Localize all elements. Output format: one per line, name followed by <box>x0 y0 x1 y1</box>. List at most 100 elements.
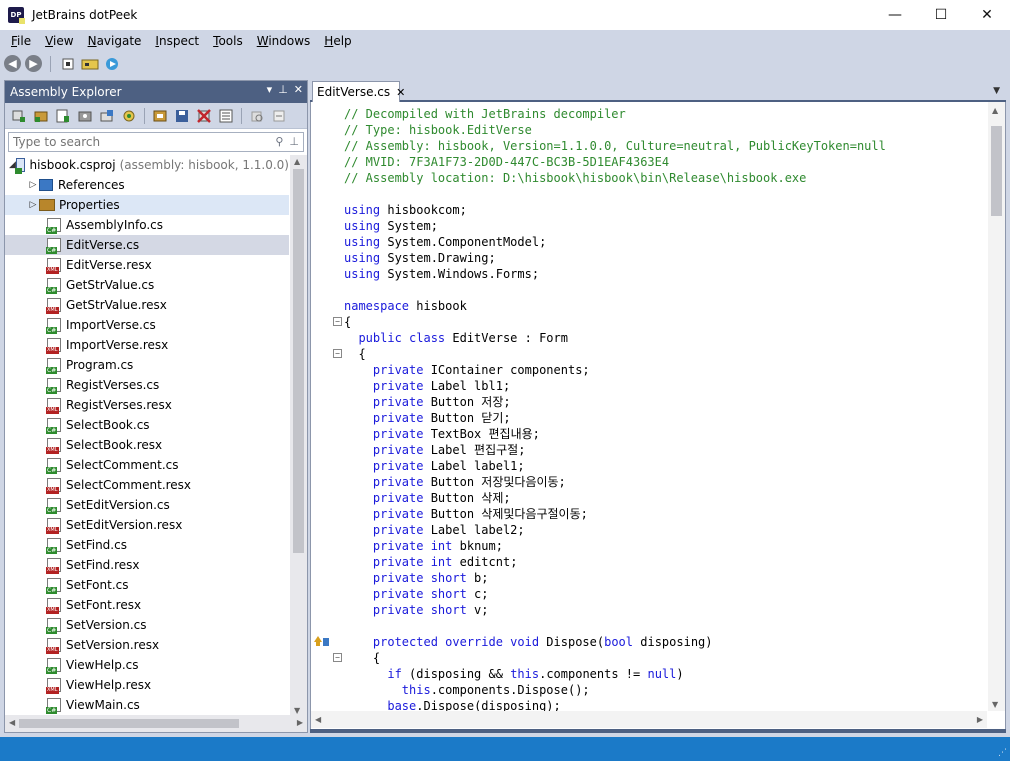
open-from-gac-icon[interactable] <box>31 106 51 126</box>
scroll-down-icon[interactable]: ▼ <box>294 706 300 715</box>
search-input[interactable] <box>13 135 253 149</box>
tree-item-file[interactable]: SetFind.resx <box>5 555 289 575</box>
collapse-all-icon[interactable] <box>269 106 289 126</box>
scroll-right-icon[interactable]: ▶ <box>297 718 303 727</box>
decompiled-code[interactable]: // Decompiled with JetBrains decompiler /… <box>311 106 987 711</box>
editor-horizontal-scrollbar[interactable]: ◀ ▶ <box>311 711 987 728</box>
menu-help[interactable]: Help <box>317 34 358 48</box>
editor-vertical-scroll-thumb[interactable] <box>991 126 1002 216</box>
expander-icon[interactable]: ▷ <box>27 180 39 190</box>
tree-item-references[interactable]: ▷ References <box>5 175 289 195</box>
menu-tools[interactable]: Tools <box>206 34 250 48</box>
export-project-icon[interactable] <box>150 106 170 126</box>
pin-icon[interactable]: ⊥ <box>278 83 288 96</box>
scroll-up-icon[interactable]: ▲ <box>294 157 300 166</box>
code-comment: // Assembly: hisbook, Version=1.1.0.0, C… <box>344 139 886 153</box>
tree-item-file[interactable]: SelectComment.cs <box>5 455 289 475</box>
scroll-right-icon[interactable]: ▶ <box>977 715 983 724</box>
open-list-icon[interactable] <box>53 106 73 126</box>
tree-item-file[interactable]: ViewHelp.cs <box>5 655 289 675</box>
search-box[interactable]: ⚲ ⊥ <box>8 132 304 152</box>
explorer-vertical-scrollbar[interactable]: ▲ ▼ <box>290 155 307 717</box>
symbol-server-icon[interactable] <box>119 106 139 126</box>
menu-navigate[interactable]: Navigate <box>81 34 149 48</box>
code-line: using System.ComponentModel; <box>311 234 987 250</box>
tree-item-file[interactable]: RegistVerses.cs <box>5 375 289 395</box>
tree-item-file[interactable]: GetStrValue.resx <box>5 295 289 315</box>
tab-list-dropdown-icon[interactable]: ▼ <box>993 86 1000 96</box>
tree-item-file[interactable]: SetEditVersion.cs <box>5 495 289 515</box>
code-text: Button 저장; <box>423 395 511 409</box>
locate-in-explorer-icon[interactable] <box>247 106 267 126</box>
menu-windows[interactable]: Windows <box>250 34 318 48</box>
tree-item-file[interactable]: SelectBook.cs <box>5 415 289 435</box>
code-text: .components != <box>539 667 648 681</box>
tree-item-file[interactable]: SetFont.resx <box>5 595 289 615</box>
run-icon[interactable] <box>103 55 121 73</box>
explore-process-icon[interactable] <box>97 106 117 126</box>
back-icon[interactable]: ◀ <box>4 55 21 72</box>
menu-file[interactable]: File <box>4 34 38 48</box>
code-text: Button 삭제및다음구절이동; <box>423 507 588 521</box>
scroll-left-icon[interactable]: ◀ <box>9 718 15 727</box>
tree-item-file[interactable]: SelectComment.resx <box>5 475 289 495</box>
tree-item-file[interactable]: SetFind.cs <box>5 535 289 555</box>
menu-inspect[interactable]: Inspect <box>148 34 206 48</box>
tree-item-file[interactable]: ViewHelp.resx <box>5 675 289 695</box>
tree-item-properties[interactable]: ▷ Properties <box>5 195 289 215</box>
tree-item-file[interactable]: RegistVerses.resx <box>5 395 289 415</box>
fold-toggle-icon[interactable]: − <box>333 349 342 358</box>
assembly-settings-icon[interactable] <box>59 55 77 73</box>
tree-item-file[interactable]: SelectBook.resx <box>5 435 289 455</box>
ildasm-icon[interactable] <box>81 55 99 73</box>
scroll-up-icon[interactable]: ▲ <box>992 106 998 115</box>
editor-vertical-scrollbar[interactable]: ▲ ▼ <box>988 102 1005 711</box>
tree-item-file[interactable]: ImportVerse.cs <box>5 315 289 335</box>
explorer-horizontal-scrollbar[interactable]: ◀ ▶ <box>5 715 307 732</box>
tab-editverse[interactable]: EditVerse.cs ✕ <box>312 81 405 102</box>
save-list-icon[interactable] <box>172 106 192 126</box>
tree-item-file[interactable]: ImportVerse.resx <box>5 335 289 355</box>
tree-item-file[interactable]: SetEditVersion.resx <box>5 515 289 535</box>
panel-close-icon[interactable]: ✕ <box>294 83 303 96</box>
minimize-button[interactable]: — <box>872 0 918 30</box>
tree-item-file[interactable]: ViewMain.cs <box>5 695 289 715</box>
tree-item-file[interactable]: Program.cs <box>5 355 289 375</box>
explore-folder-icon[interactable] <box>75 106 95 126</box>
override-marker-icon[interactable] <box>314 636 330 647</box>
tree-item-file[interactable]: SetVersion.resx <box>5 635 289 655</box>
scroll-left-icon[interactable]: ◀ <box>315 715 321 724</box>
expander-icon[interactable]: ▷ <box>27 200 39 210</box>
tree-item-file[interactable]: AssemblyInfo.cs <box>5 215 289 235</box>
code-line: private Button 삭제및다음구절이동; <box>311 506 987 522</box>
search-options-icon[interactable]: ⚲ <box>275 135 283 148</box>
fold-toggle-icon[interactable]: − <box>333 653 342 662</box>
close-button[interactable]: ✕ <box>964 0 1010 30</box>
tree-item-label: SetVersion.resx <box>66 638 160 652</box>
assembly-explorer-panel: Assembly Explorer ▾ ⊥ ✕ ⚲ ⊥ ◢hisbook.csp… <box>4 80 308 733</box>
tree-item-file[interactable]: EditVerse.cs <box>5 235 289 255</box>
open-icon[interactable] <box>9 106 29 126</box>
tab-close-icon[interactable]: ✕ <box>396 86 405 99</box>
explorer-vertical-scroll-thumb[interactable] <box>293 169 304 553</box>
tree-item-project[interactable]: ◢ hisbook.csproj (assembly: hisbook, 1.1.0… <box>5 155 289 175</box>
explorer-horizontal-scroll-thumb[interactable] <box>19 719 239 728</box>
maximize-button[interactable]: ☐ <box>918 0 964 30</box>
remove-assembly-icon[interactable] <box>194 106 214 126</box>
resize-grip-icon[interactable]: ⋰ <box>998 748 1007 758</box>
clear-list-icon[interactable] <box>216 106 236 126</box>
panel-menu-icon[interactable]: ▾ <box>267 83 273 96</box>
menu-view[interactable]: View <box>38 34 80 48</box>
tree-item-file[interactable]: SetVersion.cs <box>5 615 289 635</box>
code-keyword: private <box>372 395 424 409</box>
fold-toggle-icon[interactable]: − <box>333 317 342 326</box>
tree-item-file[interactable]: GetStrValue.cs <box>5 275 289 295</box>
code-editor[interactable]: // Decompiled with JetBrains decompiler /… <box>310 102 1006 732</box>
forward-icon[interactable]: ▶ <box>25 55 42 72</box>
tree-item-file[interactable]: EditVerse.resx <box>5 255 289 275</box>
tree-item-file[interactable]: SetFont.cs <box>5 575 289 595</box>
search-pin-icon[interactable]: ⊥ <box>289 135 299 148</box>
scroll-down-icon[interactable]: ▼ <box>992 700 998 709</box>
